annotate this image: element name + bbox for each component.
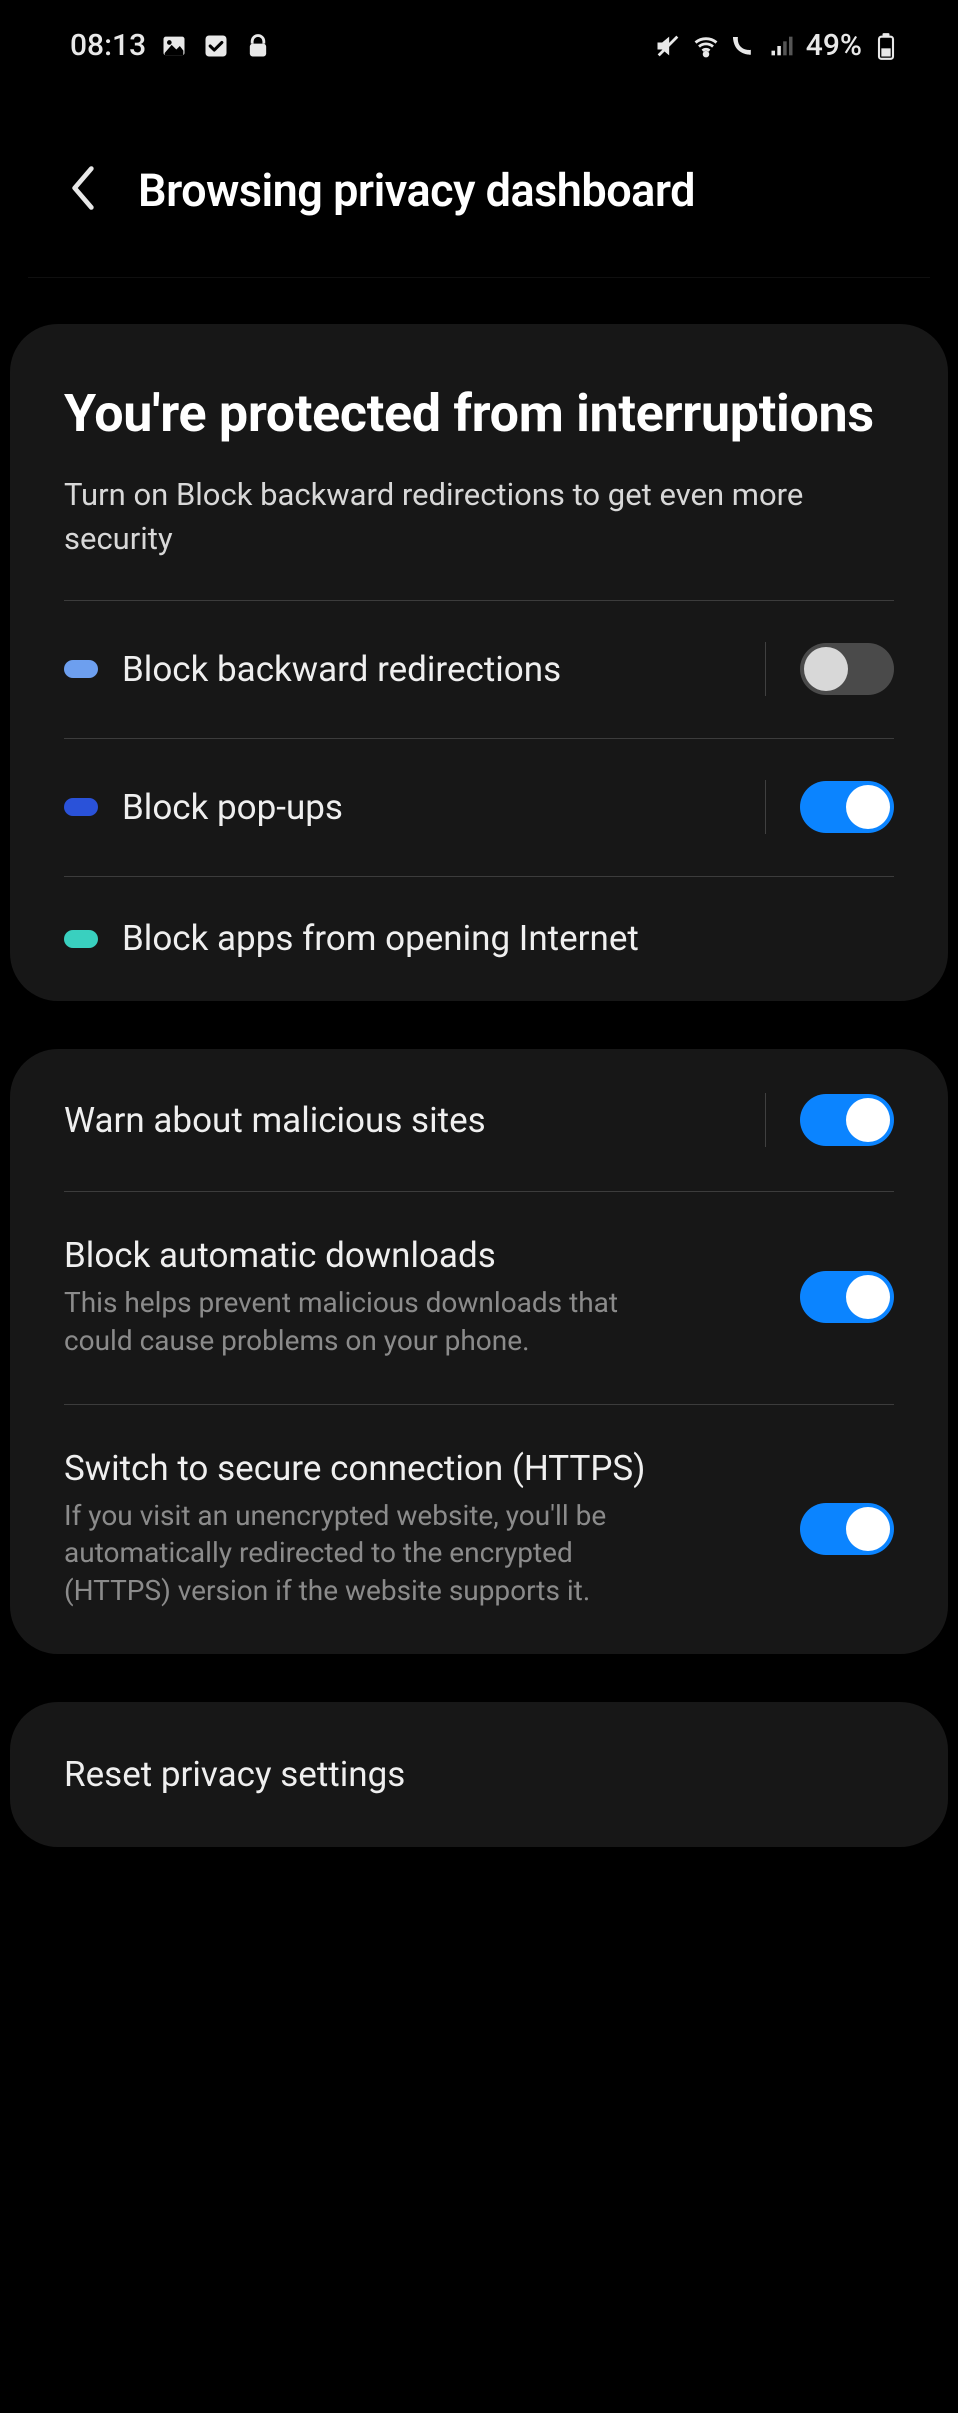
pill-icon [64, 930, 98, 948]
block-automatic-downloads-row[interactable]: Block automatic downloads This helps pre… [10, 1191, 948, 1404]
block-apps-opening-internet-row[interactable]: Block apps from opening Internet [10, 876, 948, 1001]
image-icon [160, 32, 188, 60]
block-automatic-downloads-toggle[interactable] [800, 1271, 894, 1323]
block-backward-redirections-toggle[interactable] [800, 643, 894, 695]
row-label: Reset privacy settings [64, 1754, 894, 1795]
divider [28, 277, 930, 278]
header-row: Browsing privacy dashboard [0, 73, 958, 277]
page-title: Browsing privacy dashboard [138, 164, 695, 217]
status-time: 08:13 [70, 28, 146, 63]
wifi-icon [692, 32, 720, 60]
row-description: If you visit an unencrypted website, you… [64, 1497, 684, 1610]
pill-icon [64, 660, 98, 678]
separator [765, 1093, 766, 1147]
interruption-protection-card: You're protected from interruptions Turn… [10, 324, 948, 1001]
row-label: Block automatic downloads [64, 1235, 776, 1276]
row-label: Block pop-ups [122, 787, 731, 828]
battery-icon [872, 32, 900, 60]
status-battery-percent: 49% [806, 28, 862, 63]
row-label: Warn about malicious sites [64, 1100, 731, 1141]
separator [765, 780, 766, 834]
row-label: Switch to secure connection (HTTPS) [64, 1448, 776, 1489]
status-bar: 08:13 49% [0, 0, 958, 73]
lock-icon [244, 32, 272, 60]
switch-https-toggle[interactable] [800, 1503, 894, 1555]
reset-card: Reset privacy settings [10, 1702, 948, 1847]
mute-icon [654, 32, 682, 60]
security-card: Warn about malicious sites Block automat… [10, 1049, 948, 1654]
reset-privacy-settings-row[interactable]: Reset privacy settings [10, 1702, 948, 1847]
warn-malicious-sites-toggle[interactable] [800, 1094, 894, 1146]
block-pop-ups-toggle[interactable] [800, 781, 894, 833]
row-label: Block backward redirections [122, 649, 731, 690]
phone-wifi-icon [730, 32, 758, 60]
signal-icon [768, 32, 796, 60]
separator [765, 642, 766, 696]
switch-https-row[interactable]: Switch to secure connection (HTTPS) If y… [10, 1404, 948, 1654]
block-pop-ups-row[interactable]: Block pop-ups [10, 738, 948, 876]
back-button[interactable] [62, 163, 104, 217]
card-title: You're protected from interruptions [64, 384, 894, 443]
card-subtitle: Turn on Block backward redirections to g… [64, 473, 894, 560]
row-label: Block apps from opening Internet [122, 918, 894, 959]
check-box-icon [202, 32, 230, 60]
pill-icon [64, 798, 98, 816]
block-backward-redirections-row[interactable]: Block backward redirections [10, 600, 948, 738]
row-description: This helps prevent malicious downloads t… [64, 1284, 684, 1360]
warn-malicious-sites-row[interactable]: Warn about malicious sites [10, 1049, 948, 1191]
